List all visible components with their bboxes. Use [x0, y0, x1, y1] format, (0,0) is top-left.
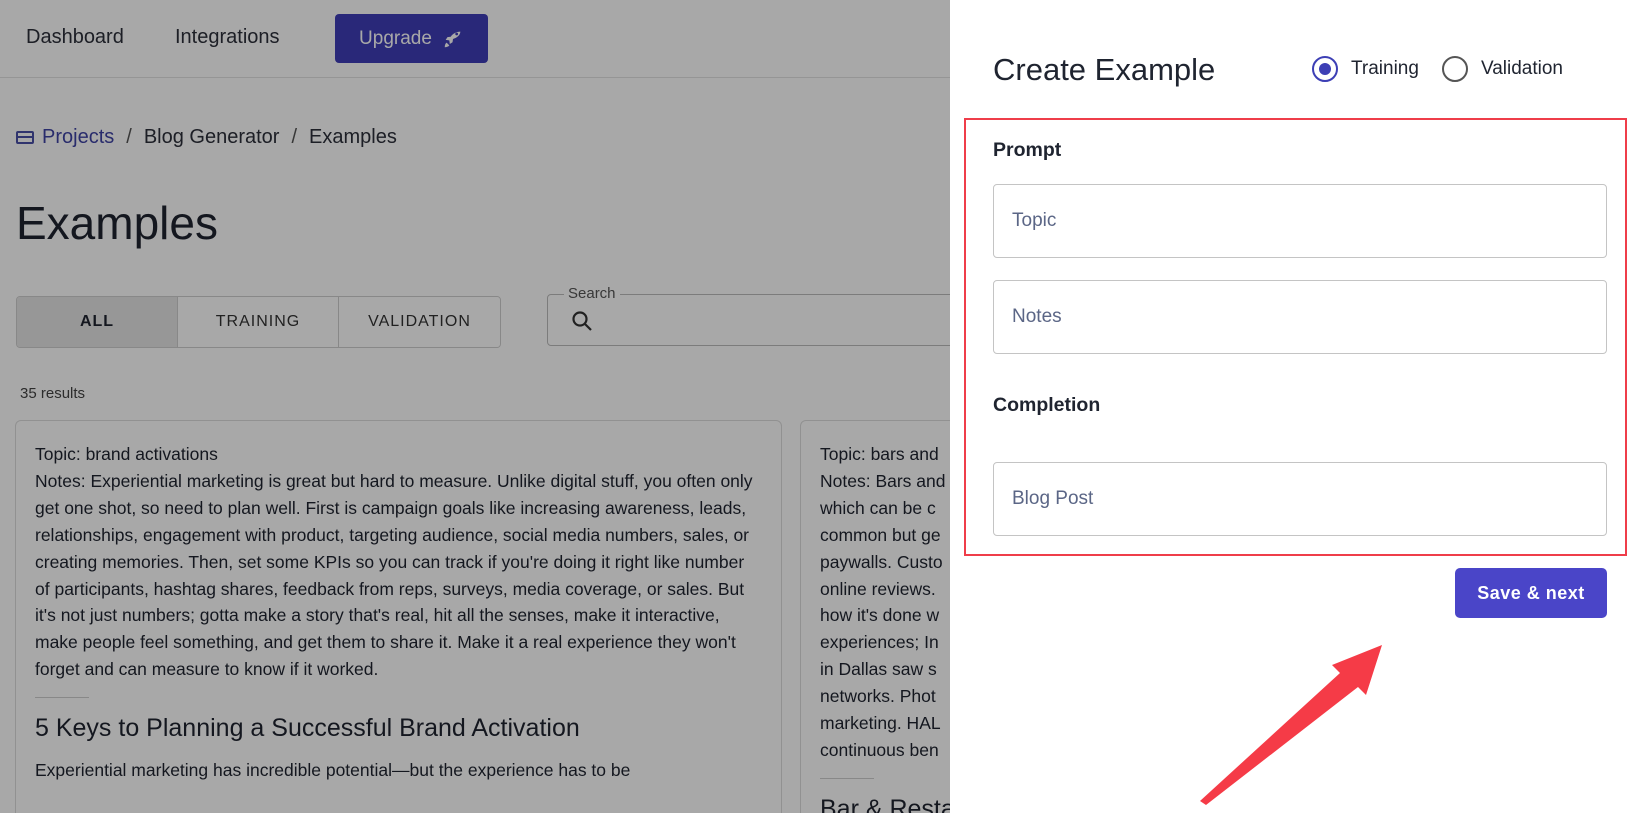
- topic-input[interactable]: [993, 184, 1607, 258]
- notes-input[interactable]: [993, 280, 1607, 354]
- blog-post-input[interactable]: [993, 462, 1607, 536]
- completion-label: Completion: [993, 394, 1101, 416]
- prompt-label: Prompt: [993, 139, 1062, 161]
- dataset-radio-group: Training Validation: [1312, 56, 1586, 82]
- radio-validation[interactable]: Validation: [1441, 56, 1563, 82]
- radio-checked-icon: [1312, 56, 1338, 82]
- save-next-button[interactable]: Save & next: [1455, 568, 1607, 618]
- arrow-annotation-icon: [1200, 645, 1382, 805]
- radio-validation-label: Validation: [1480, 58, 1563, 79]
- modal-backdrop[interactable]: [0, 0, 950, 813]
- drawer-title: Create Example: [993, 52, 1216, 87]
- radio-unchecked-icon: [1441, 56, 1468, 82]
- radio-training[interactable]: Training: [1312, 56, 1419, 82]
- radio-training-label: Training: [1351, 58, 1419, 79]
